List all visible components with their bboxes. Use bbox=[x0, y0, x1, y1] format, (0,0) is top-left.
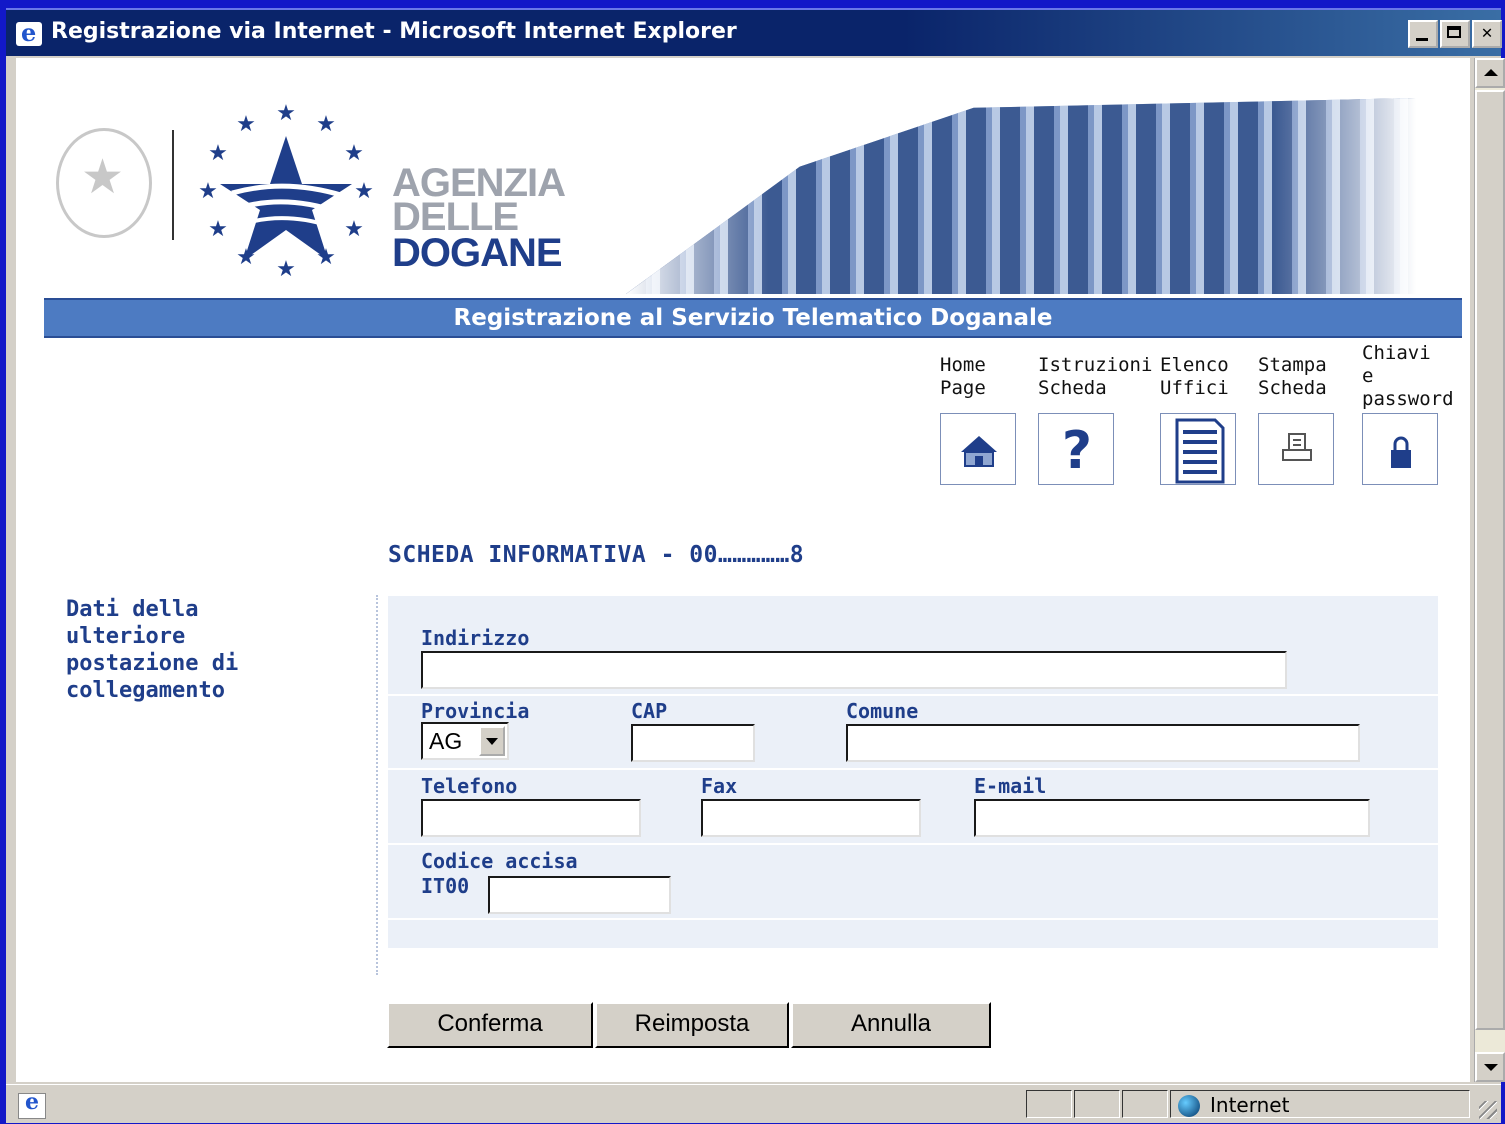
reimposta-button[interactable]: Reimposta bbox=[595, 1002, 789, 1048]
comune-input[interactable] bbox=[846, 724, 1360, 762]
svg-text:★: ★ bbox=[236, 112, 256, 137]
page-status-icon bbox=[18, 1089, 46, 1119]
window-title: Registrazione via Internet - Microsoft I… bbox=[51, 19, 737, 44]
nav-keys-label-line: e bbox=[1362, 365, 1374, 387]
indirizzo-input[interactable] bbox=[421, 651, 1287, 689]
nav-print-button[interactable] bbox=[1258, 413, 1334, 485]
nav-instructions-label-line: Istruzioni bbox=[1038, 354, 1153, 376]
nav-print-label: Stampa Scheda bbox=[1258, 354, 1327, 400]
header-divider bbox=[172, 130, 174, 240]
cap-label: CAP bbox=[631, 699, 668, 723]
home-icon bbox=[961, 436, 997, 467]
email-input[interactable] bbox=[974, 799, 1370, 837]
fax-input[interactable] bbox=[701, 799, 921, 837]
nav-offices-label-line: Uffici bbox=[1160, 377, 1229, 399]
row-separator bbox=[388, 843, 1438, 845]
nav-instructions-label-line: Scheda bbox=[1038, 377, 1107, 399]
nav-keys-button[interactable] bbox=[1362, 413, 1438, 485]
globe-icon bbox=[1178, 1095, 1200, 1117]
service-banner: Registrazione al Servizio Telematico Dog… bbox=[44, 298, 1462, 338]
svg-text:★: ★ bbox=[276, 101, 296, 126]
row-separator bbox=[388, 768, 1438, 770]
nav-home-button[interactable] bbox=[940, 413, 1016, 485]
scroll-down-button[interactable] bbox=[1475, 1052, 1505, 1082]
security-zone-label: Internet bbox=[1210, 1093, 1290, 1117]
provincia-selected-value: AG bbox=[429, 728, 463, 754]
section-divider bbox=[376, 595, 378, 975]
nav-offices-label: Elenco Uffici bbox=[1160, 354, 1229, 400]
printer-icon bbox=[1282, 433, 1312, 461]
agency-stars-logo-icon: ★ ★ ★ ★ ★ ★ ★ ★ ★ ★ ★ ★ bbox=[198, 101, 374, 282]
email-label: E-mail bbox=[974, 774, 1047, 798]
document-list-icon bbox=[1175, 418, 1225, 484]
scroll-thumb[interactable] bbox=[1475, 90, 1505, 1030]
row-separator bbox=[388, 694, 1438, 696]
nav-home-label-line: Home bbox=[940, 354, 986, 376]
svg-text:★: ★ bbox=[208, 217, 228, 242]
status-cell bbox=[1074, 1090, 1120, 1118]
svg-text:★: ★ bbox=[198, 179, 218, 204]
close-button[interactable]: ✕ bbox=[1472, 20, 1502, 48]
nav-home-label-line: Page bbox=[940, 377, 986, 399]
section-title: Dati della ulteriore postazione di colle… bbox=[66, 596, 326, 704]
vertical-scrollbar[interactable] bbox=[1474, 58, 1505, 1082]
svg-text:★: ★ bbox=[344, 217, 364, 242]
nav-print-label-line: Scheda bbox=[1258, 377, 1327, 399]
provincia-label: Provincia bbox=[421, 699, 530, 723]
lock-icon bbox=[1391, 436, 1411, 468]
status-cell bbox=[1122, 1090, 1168, 1118]
minimize-button[interactable] bbox=[1408, 20, 1438, 48]
section-title-line: collegamento bbox=[66, 678, 225, 703]
status-bar: Internet bbox=[6, 1084, 1501, 1123]
section-title-line: postazione di bbox=[66, 651, 239, 676]
title-bar[interactable]: Registrazione via Internet - Microsoft I… bbox=[6, 10, 1502, 56]
svg-text:★: ★ bbox=[208, 141, 228, 166]
nav-offices-label-line: Elenco bbox=[1160, 354, 1229, 376]
nav-keys-label: Chiavi e password bbox=[1362, 342, 1454, 411]
nav-print-label-line: Stampa bbox=[1258, 354, 1327, 376]
svg-text:★: ★ bbox=[316, 112, 336, 137]
header-building-image bbox=[626, 98, 1416, 294]
chevron-down-icon[interactable] bbox=[479, 726, 505, 756]
section-title-line: Dati della ulteriore bbox=[66, 597, 199, 649]
comune-label: Comune bbox=[846, 699, 919, 723]
cap-input[interactable] bbox=[631, 724, 755, 762]
fax-label: Fax bbox=[701, 774, 738, 798]
annulla-button[interactable]: Annulla bbox=[791, 1002, 991, 1048]
nav-keys-label-line: Chiavi bbox=[1362, 342, 1431, 364]
row-separator bbox=[388, 918, 1438, 920]
codice-accisa-label: Codice accisa bbox=[421, 849, 578, 873]
form-title: SCHEDA INFORMATIVA - 00……………8 bbox=[388, 542, 805, 568]
republic-emblem-icon bbox=[56, 128, 152, 238]
indirizzo-label: Indirizzo bbox=[421, 626, 530, 650]
agency-name-line-3: DOGANE bbox=[392, 231, 563, 275]
resize-grip[interactable] bbox=[1479, 1101, 1497, 1119]
help-icon: ? bbox=[1062, 421, 1092, 481]
conferma-button[interactable]: Conferma bbox=[387, 1002, 593, 1048]
page-content: ★ ★ ★ ★ ★ ★ ★ ★ ★ ★ ★ ★ AGENZIA DELLE DO… bbox=[16, 58, 1470, 1082]
svg-text:★: ★ bbox=[276, 257, 296, 282]
nav-offices-button[interactable] bbox=[1160, 413, 1236, 485]
nav-instructions-button[interactable]: ? bbox=[1038, 413, 1114, 485]
nav-home-label: Home Page bbox=[940, 354, 986, 400]
banner-title: Registrazione al Servizio Telematico Dog… bbox=[453, 305, 1053, 331]
provincia-select[interactable]: AG bbox=[421, 722, 509, 760]
telefono-input[interactable] bbox=[421, 799, 641, 837]
internet-explorer-icon bbox=[16, 18, 42, 47]
browser-window: Registrazione via Internet - Microsoft I… bbox=[6, 8, 1505, 1123]
scroll-up-button[interactable] bbox=[1475, 58, 1505, 88]
codice-accisa-prefix: IT00 bbox=[421, 874, 470, 898]
codice-accisa-input[interactable] bbox=[488, 876, 671, 914]
maximize-button[interactable] bbox=[1440, 20, 1470, 48]
svg-text:?: ? bbox=[1062, 421, 1092, 481]
nav-keys-label-line: password bbox=[1362, 388, 1454, 410]
nav-instructions-label: Istruzioni Scheda bbox=[1038, 354, 1152, 400]
svg-text:★: ★ bbox=[354, 179, 374, 204]
svg-text:★: ★ bbox=[344, 141, 364, 166]
status-cell bbox=[1026, 1090, 1072, 1118]
telefono-label: Telefono bbox=[421, 774, 518, 798]
